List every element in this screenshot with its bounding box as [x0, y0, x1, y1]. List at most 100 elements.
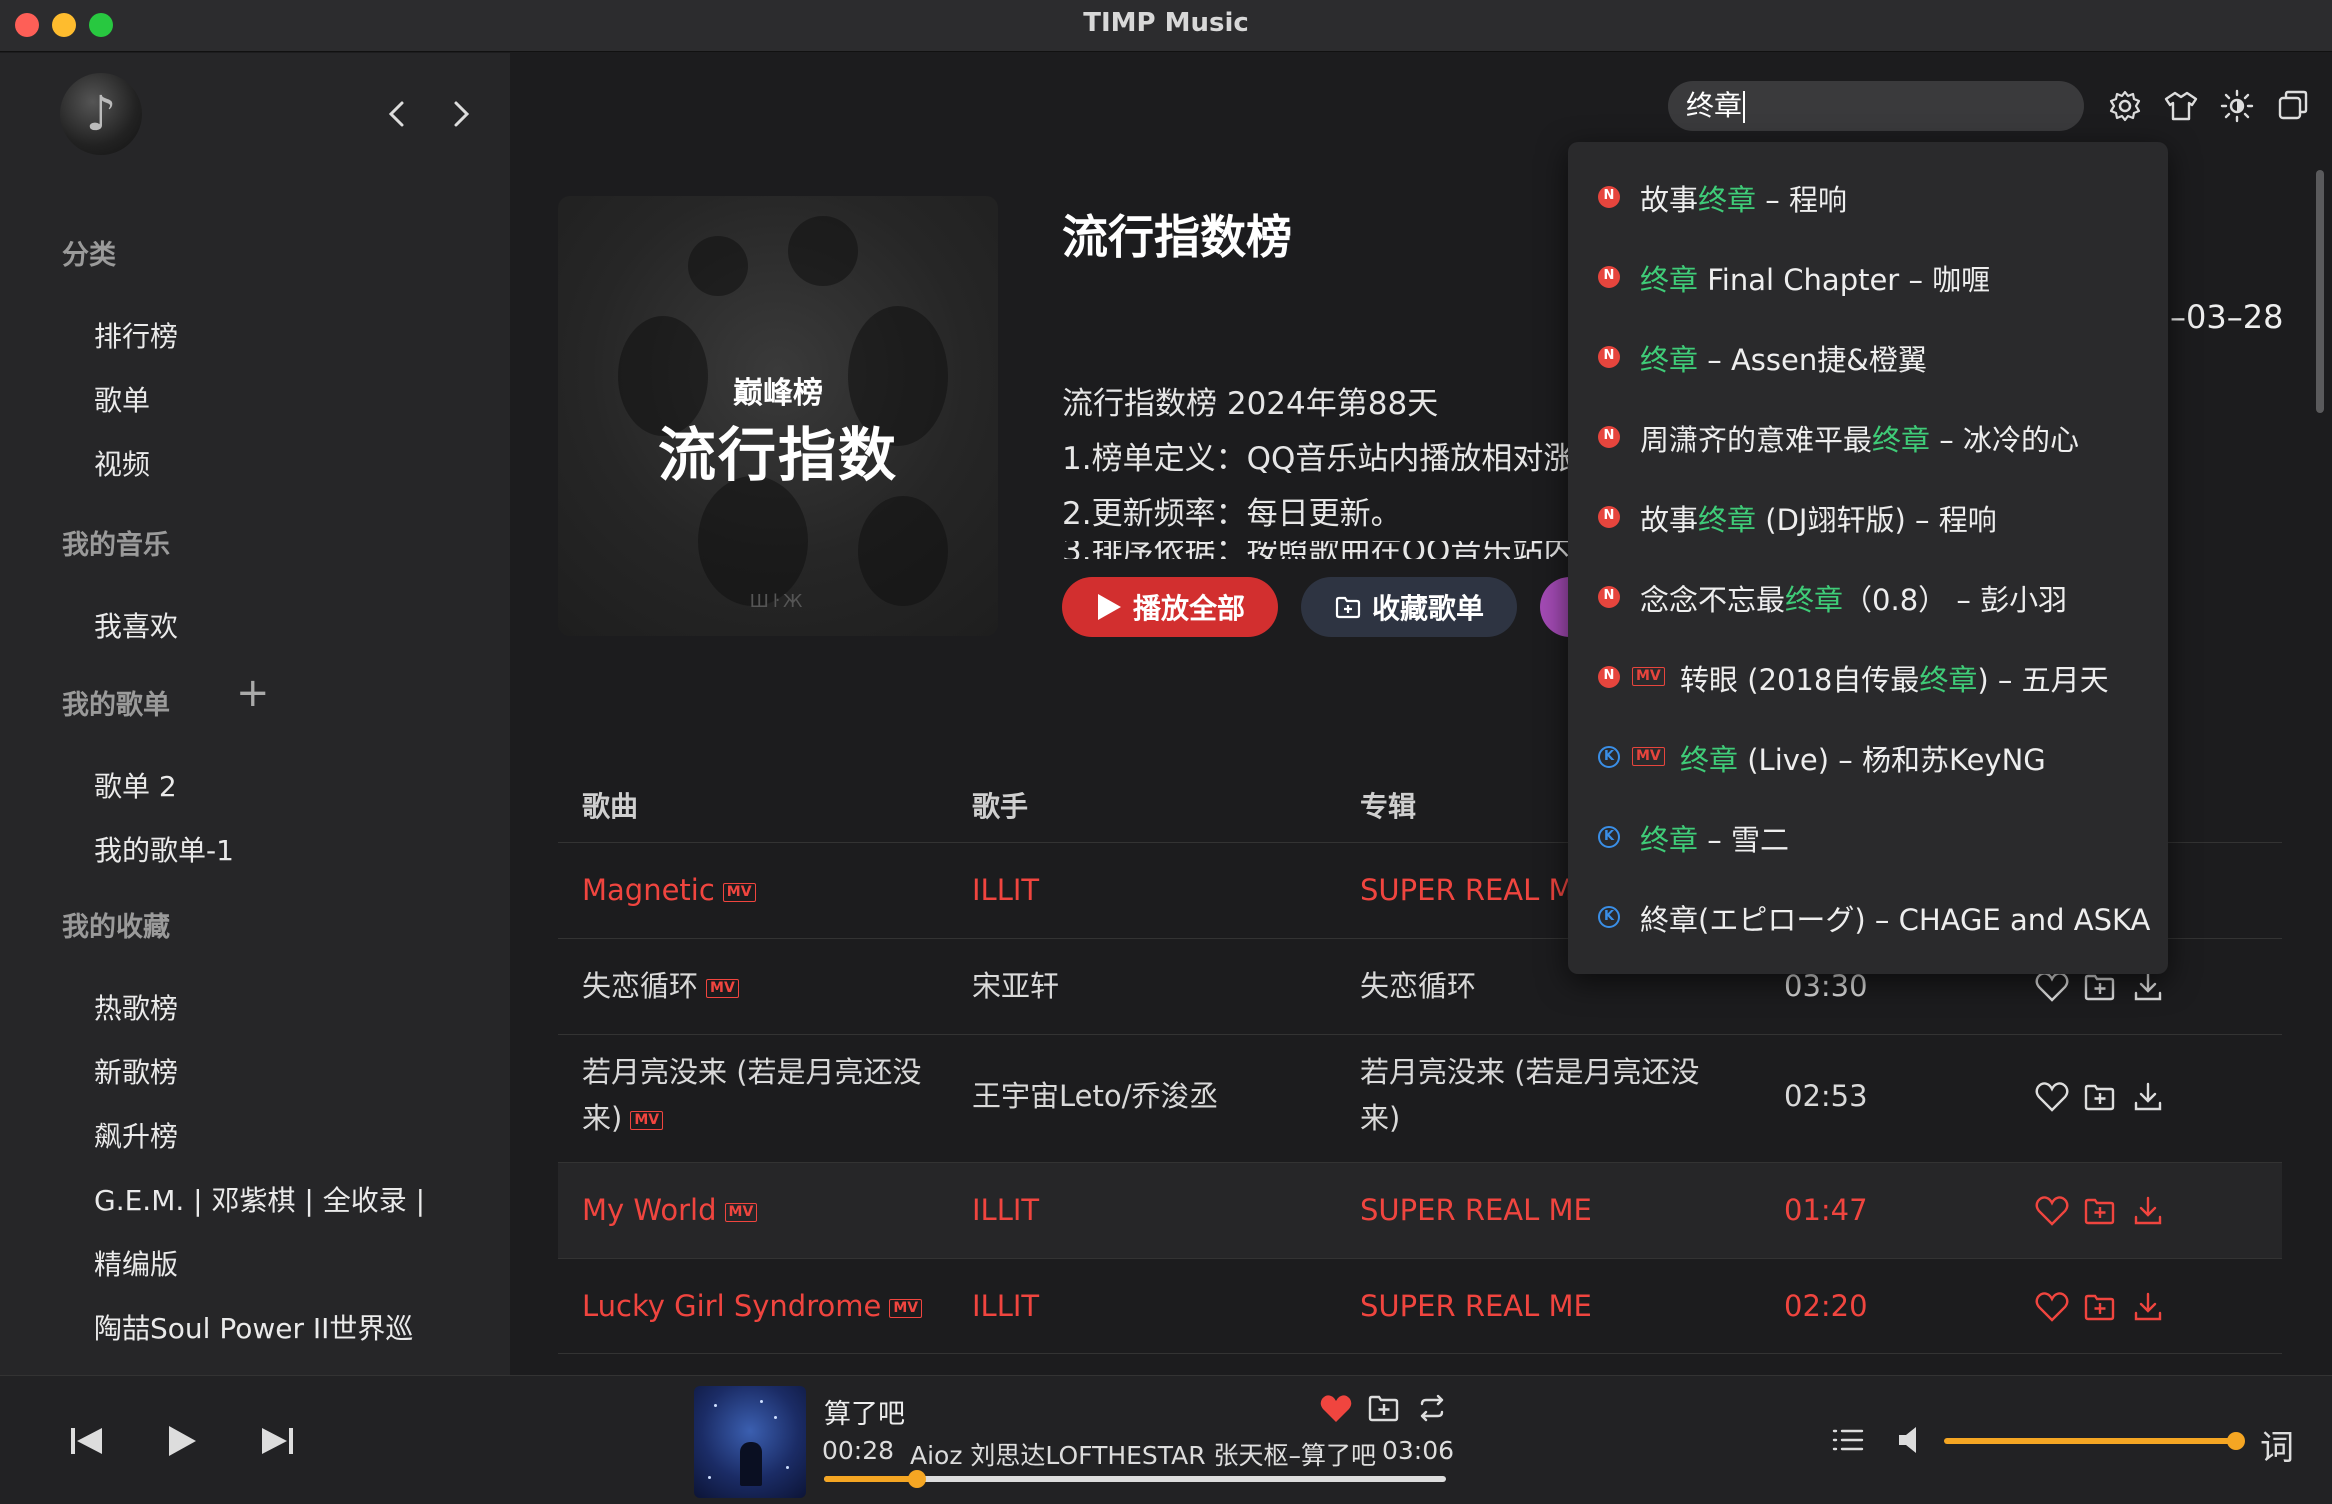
- add-to-playlist-icon[interactable]: [2082, 1289, 2118, 1325]
- song-artist[interactable]: ILLIT: [972, 1283, 1039, 1329]
- sidebar-item-liked[interactable]: 我喜欢: [94, 605, 178, 645]
- table-row[interactable]: 若月亮没来 (若是月亮还没 来) MV 王宇宙Leto/乔浚丞 若月亮没来 (若是月…: [558, 1034, 2282, 1162]
- download-icon[interactable]: [2130, 1289, 2166, 1325]
- play-icon: [1097, 594, 1121, 620]
- mv-badge[interactable]: MV: [889, 1298, 923, 1318]
- now-playing-cover[interactable]: [694, 1386, 806, 1498]
- progress-bar[interactable]: [824, 1470, 1446, 1488]
- song-album[interactable]: SUPER REAL ME: [1360, 1283, 1592, 1329]
- mv-badge[interactable]: MV: [630, 1110, 664, 1130]
- source-k-icon: K: [1598, 826, 1620, 848]
- suggestion-item[interactable]: K MV 终章 (Live) – 杨和苏KeyNG: [1568, 725, 2168, 795]
- forward-arrow-icon[interactable]: [436, 89, 486, 139]
- like-heart-icon[interactable]: [2034, 1193, 2070, 1229]
- sidebar-item-videos[interactable]: 视频: [94, 443, 150, 483]
- sidebar-item-playlists[interactable]: 歌单: [94, 379, 150, 419]
- suggestion-item[interactable]: N 故事终章 (DJ翊轩版) – 程响: [1568, 485, 2168, 555]
- table-row[interactable]: My World MV ILLIT SUPER REAL ME 01:47: [558, 1162, 2282, 1258]
- back-arrow-icon[interactable]: [372, 89, 422, 139]
- playlist-title: 流行指数榜: [1062, 210, 1292, 264]
- suggestion-item[interactable]: N 念念不忘最终章（0.8） – 彭小羽: [1568, 565, 2168, 635]
- download-icon[interactable]: [2130, 1079, 2166, 1115]
- like-heart-icon[interactable]: [2034, 1289, 2070, 1325]
- volume-slider[interactable]: [1944, 1432, 2245, 1450]
- download-icon[interactable]: [2130, 1193, 2166, 1229]
- sidebar: ♪ 分类 排行榜 歌单 视频 我的音乐 我喜欢 我的歌单 + 歌单 2 我的歌单…: [0, 53, 510, 1375]
- table-row[interactable]: Lucky Girl Syndrome MV ILLIT SUPER REAL M…: [558, 1258, 2282, 1354]
- main-scrollbar[interactable]: [2316, 170, 2324, 413]
- mini-window-icon[interactable]: [2270, 83, 2316, 129]
- collect-playlist-button[interactable]: 收藏歌单: [1301, 577, 1517, 637]
- next-track-icon[interactable]: [252, 1416, 302, 1466]
- download-icon[interactable]: [2130, 969, 2166, 1005]
- total-duration: 03:06: [1382, 1436, 1455, 1465]
- sidebar-item-new-chart[interactable]: 新歌榜: [94, 1051, 178, 1091]
- suggestion-item[interactable]: N 终章 – Assen捷&橙翼: [1568, 325, 2168, 395]
- add-to-playlist-icon[interactable]: [1366, 1390, 1402, 1426]
- song-album[interactable]: SUPER REAL ME: [1360, 1187, 1592, 1233]
- cover-subtitle: 巅峰榜: [733, 376, 823, 411]
- song-album[interactable]: SUPER REAL M: [1360, 867, 1574, 913]
- song-title[interactable]: 若月亮没来 (若是月亮还没 来) MV: [582, 1049, 922, 1141]
- source-n-icon: N: [1598, 186, 1620, 208]
- my-music-heading: 我的音乐: [62, 530, 170, 561]
- play-all-button[interactable]: 播放全部: [1062, 577, 1278, 637]
- sidebar-item-gem[interactable]: G.E.M. | 邓紫棋 | 全收录 |: [94, 1179, 425, 1219]
- add-playlist-icon[interactable]: +: [236, 673, 270, 713]
- play-all-label: 播放全部: [1132, 592, 1245, 625]
- mv-badge[interactable]: MV: [706, 978, 739, 998]
- suggestion-item[interactable]: N MV 转眼 (2018自传最终章) – 五月天: [1568, 645, 2168, 715]
- playlist-date: –03–28: [2170, 298, 2284, 336]
- suggestion-item[interactable]: K 终章 – 雪二: [1568, 805, 2168, 875]
- sidebar-item-charts[interactable]: 排行榜: [94, 315, 178, 355]
- theme-brightness-icon[interactable]: [2214, 83, 2260, 129]
- queue-list-icon[interactable]: [1830, 1422, 1866, 1458]
- suggestion-item[interactable]: K 終章(エピローグ) – CHAGE and ASKA: [1568, 885, 2168, 955]
- mv-badge[interactable]: MV: [1632, 747, 1665, 766]
- now-playing-title: 算了吧: [824, 1399, 905, 1430]
- mv-badge[interactable]: MV: [1632, 667, 1665, 686]
- suggestion-item[interactable]: N 终章 Final Chapter – 咖喱: [1568, 245, 2168, 315]
- repeat-icon[interactable]: [1414, 1390, 1450, 1426]
- song-title[interactable]: My World MV: [582, 1187, 758, 1233]
- song-title[interactable]: Magnetic MV: [582, 867, 756, 913]
- sidebar-item-david-tao[interactable]: 陶喆Soul Power II世界巡: [94, 1307, 413, 1347]
- song-duration: 02:20: [1784, 1289, 1868, 1323]
- volume-speaker-icon[interactable]: [1894, 1422, 1930, 1458]
- previous-track-icon[interactable]: [62, 1416, 112, 1466]
- mv-badge[interactable]: MV: [722, 882, 756, 902]
- skin-shirt-icon[interactable]: [2158, 83, 2204, 129]
- song-artist[interactable]: 王宇宙Leto/乔浚丞: [972, 1073, 1218, 1119]
- like-heart-icon[interactable]: [1318, 1390, 1354, 1426]
- like-heart-icon[interactable]: [2034, 969, 2070, 1005]
- add-to-playlist-icon[interactable]: [2082, 1193, 2118, 1229]
- suggestion-item[interactable]: N 故事终章 – 程响: [1568, 165, 2168, 235]
- song-album[interactable]: 失恋循环: [1360, 963, 1476, 1009]
- song-album[interactable]: 若月亮没来 (若是月亮还没 来): [1360, 1049, 1700, 1141]
- volume-handle[interactable]: [2227, 1432, 2245, 1450]
- sidebar-item-hot-chart[interactable]: 热歌榜: [94, 987, 178, 1027]
- sidebar-item-playlist-1[interactable]: 我的歌单-1: [94, 829, 234, 869]
- progress-fill: [824, 1476, 918, 1482]
- like-heart-icon[interactable]: [2034, 1079, 2070, 1115]
- sidebar-item-rising-chart[interactable]: 飙升榜: [94, 1115, 178, 1155]
- lyrics-button[interactable]: 词: [2260, 1420, 2294, 1469]
- mv-badge[interactable]: MV: [724, 1202, 758, 1222]
- progress-handle[interactable]: [908, 1470, 927, 1488]
- song-artist[interactable]: ILLIT: [972, 867, 1039, 913]
- source-n-icon: N: [1598, 506, 1620, 528]
- settings-gear-icon[interactable]: [2102, 83, 2148, 129]
- suggestion-item[interactable]: N 周潇齐的意难平最终章 – 冰冷的心: [1568, 405, 2168, 475]
- song-title[interactable]: 失恋循环 MV: [582, 963, 739, 1009]
- play-pause-icon[interactable]: [156, 1416, 206, 1466]
- favorites-heading: 我的收藏: [62, 912, 170, 943]
- sidebar-item-playlist-2[interactable]: 歌单 2: [94, 765, 177, 805]
- sidebar-item-gem-cont[interactable]: 精编版: [94, 1243, 178, 1283]
- add-to-playlist-icon[interactable]: [2082, 1079, 2118, 1115]
- song-title[interactable]: Lucky Girl Syndrome MV: [582, 1283, 923, 1329]
- song-artist[interactable]: 宋亚轩: [972, 963, 1059, 1009]
- add-to-playlist-icon[interactable]: [2082, 969, 2118, 1005]
- cover-title: 流行指数: [657, 421, 898, 489]
- search-input[interactable]: 终章: [1668, 81, 2084, 131]
- song-artist[interactable]: ILLIT: [972, 1187, 1039, 1233]
